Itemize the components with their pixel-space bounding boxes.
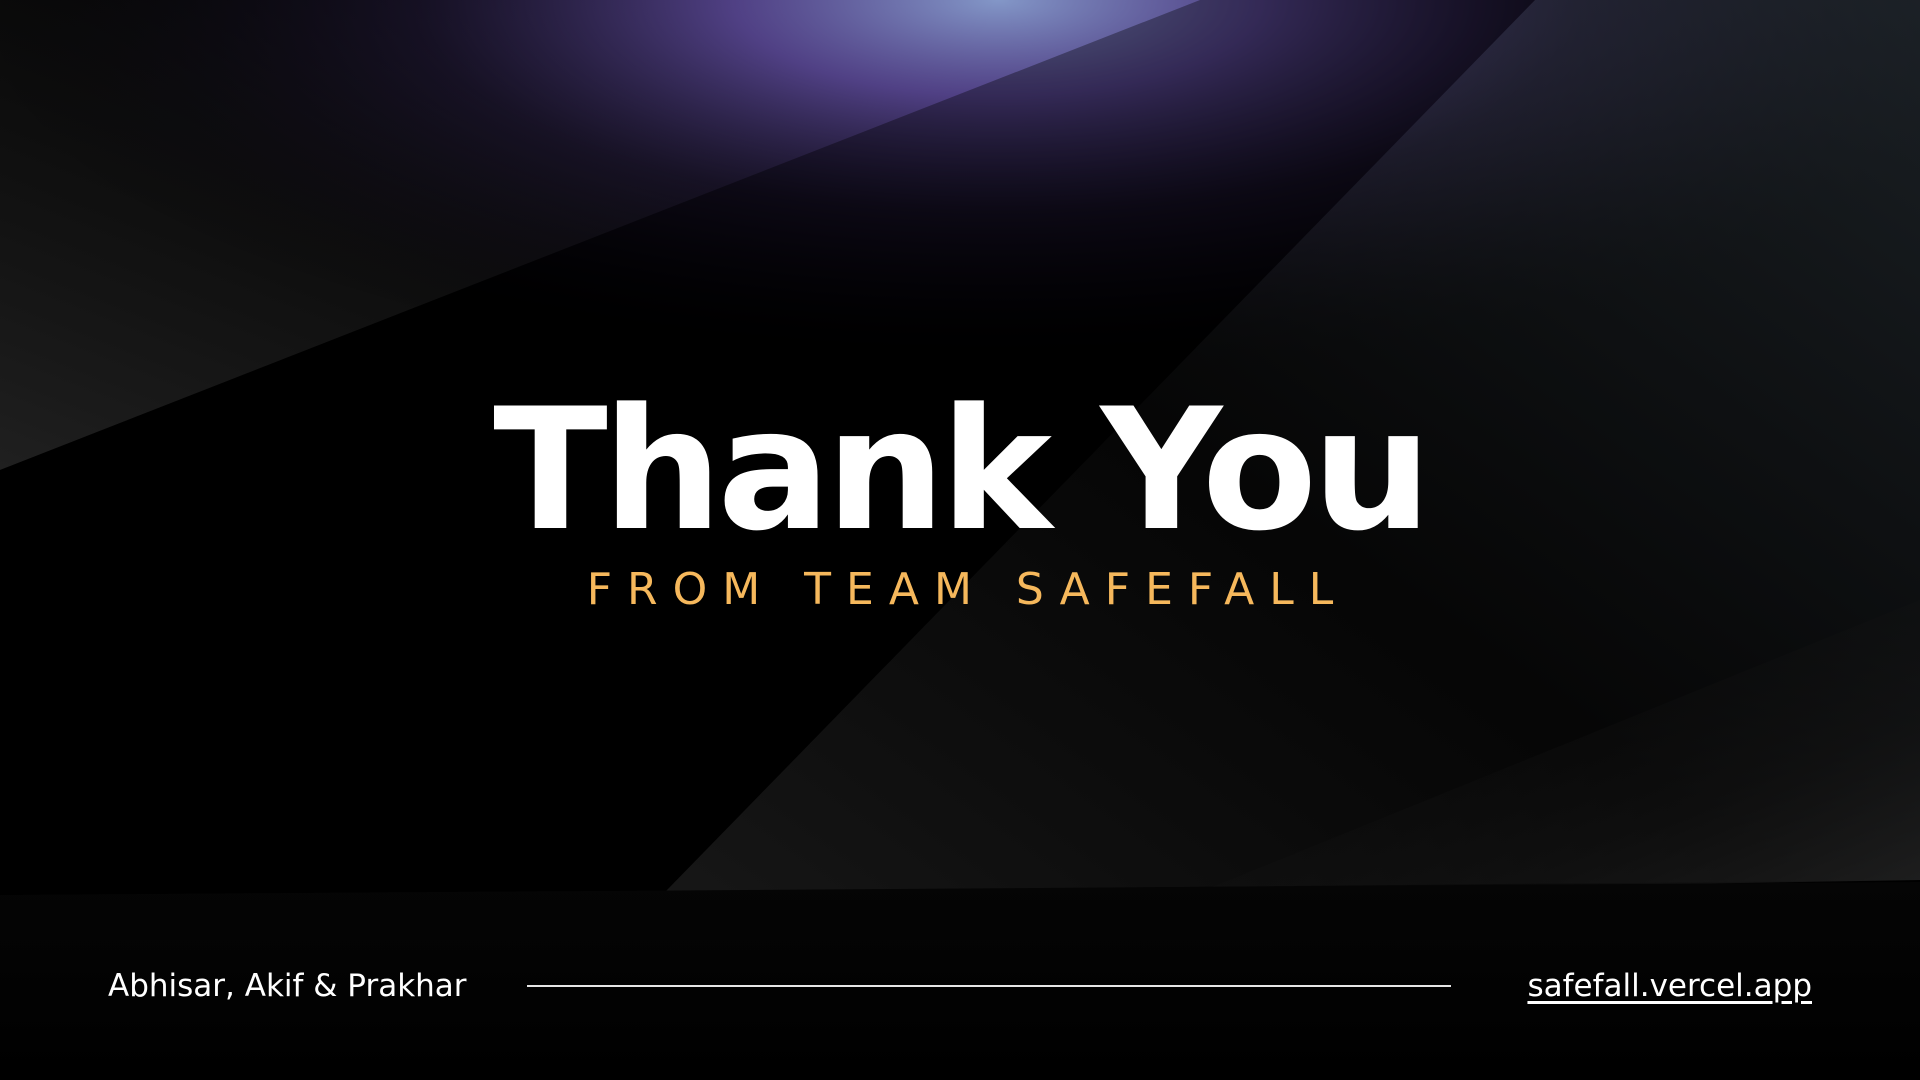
slide-subtitle: FROM TEAM SAFEFALL [586, 564, 1349, 615]
slide: Thank You FROM TEAM SAFEFALL Abhisar, Ak… [0, 0, 1920, 1080]
footer-divider [527, 985, 1451, 987]
team-names: Abhisar, Akif & Prakhar [108, 968, 467, 1004]
slide-title: Thank You [493, 372, 1432, 568]
website-link[interactable]: safefall.vercel.app [1527, 966, 1812, 1006]
